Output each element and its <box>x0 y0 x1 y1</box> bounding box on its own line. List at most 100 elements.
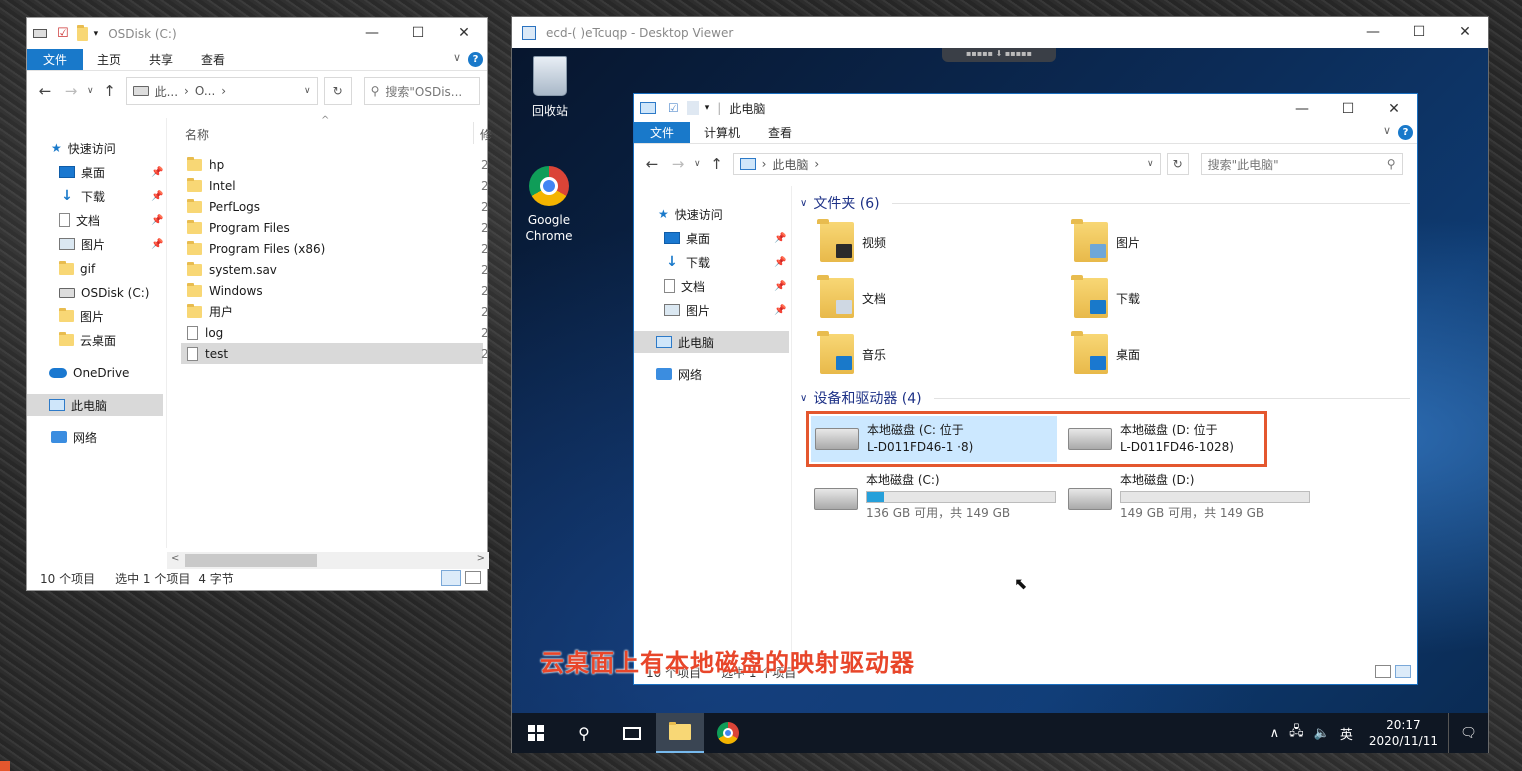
breadcrumb-this-pc[interactable]: 此电脑 <box>772 156 808 173</box>
search-input[interactable]: 搜索"此电脑" ⚲ <box>1200 153 1403 175</box>
local-drive-item[interactable]: 本地磁盘 (C:) 136 GB 可用，共 149 GB <box>814 472 1056 522</box>
file-row[interactable]: test 2 <box>181 343 489 364</box>
large-icons-view-icon[interactable] <box>1395 665 1411 678</box>
file-row[interactable]: 用户 2 <box>181 301 489 322</box>
folder-item[interactable]: 音乐 <box>817 331 886 374</box>
back-icon[interactable]: ← <box>642 155 662 173</box>
scroll-left-icon[interactable]: < <box>171 553 179 564</box>
desktop-icon-recycle-bin[interactable]: 回收站 <box>526 56 574 119</box>
properties-icon[interactable]: ☑ <box>668 101 679 115</box>
refresh-button[interactable]: ↻ <box>1166 153 1189 175</box>
file-row[interactable]: Program Files 2 <box>181 217 489 238</box>
up-icon[interactable]: ↑ <box>100 82 120 100</box>
viewer-toolbar-handle[interactable]: ▪▪▪▪▪ ⬇ ▪▪▪▪▪ <box>942 48 1056 62</box>
tab-view[interactable]: 查看 <box>754 122 806 143</box>
close-icon[interactable]: ✕ <box>1442 17 1488 47</box>
search-input[interactable]: ⚲ 搜索"OSDis... <box>363 77 480 105</box>
address-dropdown-icon[interactable]: ∨ <box>304 86 311 96</box>
file-row[interactable]: Windows 2 <box>181 280 489 301</box>
tab-file[interactable]: 文件 <box>27 49 83 70</box>
nav-item-documents[interactable]: 文档 <box>664 275 705 297</box>
action-center-button[interactable]: 🗨 <box>1448 713 1488 753</box>
recent-dropdown-icon[interactable]: ∨ <box>87 86 94 96</box>
nav-quick-access[interactable]: ★ 快速访问 <box>51 137 116 159</box>
nav-network[interactable]: 网络 <box>51 426 97 448</box>
file-row[interactable]: system.sav 2 <box>181 259 489 280</box>
help-icon[interactable]: ? <box>468 52 483 67</box>
network-status-icon[interactable]: 🖧 <box>1289 722 1304 744</box>
scroll-right-icon[interactable]: > <box>477 553 485 564</box>
properties-icon[interactable]: ☑ <box>57 26 69 41</box>
up-icon[interactable]: ↑ <box>707 155 727 173</box>
folder-item[interactable]: 图片 <box>1071 219 1140 262</box>
new-folder-icon[interactable] <box>76 24 88 41</box>
section-folders-header[interactable]: ∨ 文件夹 (6) <box>800 193 1410 213</box>
expand-ribbon-icon[interactable]: ∨ <box>453 51 461 64</box>
details-view-icon[interactable] <box>1375 665 1391 678</box>
minimize-icon[interactable]: — <box>1350 17 1396 47</box>
column-header-modified[interactable]: 修 <box>480 126 492 143</box>
help-icon[interactable]: ? <box>1398 125 1413 140</box>
recent-dropdown-icon[interactable]: ∨ <box>694 159 701 169</box>
nav-item-pictures[interactable]: 图片 <box>664 299 710 321</box>
tab-view[interactable]: 查看 <box>187 49 239 70</box>
nav-this-pc[interactable]: 此电脑 <box>634 331 789 353</box>
new-folder-icon[interactable] <box>686 101 699 115</box>
nav-item-desktop[interactable]: 桌面 <box>664 227 710 249</box>
details-view-icon[interactable] <box>441 570 461 586</box>
maximize-icon[interactable]: ☐ <box>395 18 441 48</box>
folder-item[interactable]: 文档 <box>817 275 886 318</box>
expand-ribbon-icon[interactable]: ∨ <box>1383 124 1391 137</box>
tab-computer[interactable]: 计算机 <box>690 122 754 143</box>
file-row[interactable]: log 2 <box>181 322 489 343</box>
nav-item-documents[interactable]: 文档 <box>59 209 100 231</box>
nav-item-desktop[interactable]: 桌面 <box>59 161 105 183</box>
clock[interactable]: 20:17 2020/11/11 <box>1369 717 1438 749</box>
taskbar-chrome[interactable] <box>704 713 752 753</box>
column-divider[interactable] <box>473 122 474 144</box>
qat-dropdown-icon[interactable]: ▾ <box>705 103 710 113</box>
nav-item-pictures-2[interactable]: 图片 <box>59 305 104 327</box>
volume-icon[interactable]: 🔈 <box>1314 726 1330 741</box>
nav-item-osdisk[interactable]: OSDisk (C:) <box>59 282 149 304</box>
column-header-name[interactable]: 名称 <box>185 126 209 143</box>
large-icons-view-icon[interactable] <box>465 571 481 584</box>
desktop-icon-chrome[interactable]: Google Chrome <box>518 166 580 244</box>
forward-icon[interactable]: → <box>668 155 688 173</box>
nav-quick-access[interactable]: ★ 快速访问 <box>658 203 723 225</box>
qat-dropdown-icon[interactable]: ▾ <box>94 29 99 39</box>
address-dropdown-icon[interactable]: ∨ <box>1147 159 1154 169</box>
local-drive-item[interactable]: 本地磁盘 (D:) 149 GB 可用，共 149 GB <box>1068 472 1310 522</box>
folder-item[interactable]: 视频 <box>817 219 886 262</box>
address-bar[interactable]: › 此电脑 › ∨ <box>732 153 1161 175</box>
task-view-button[interactable] <box>608 713 656 753</box>
nav-item-downloads[interactable]: ↓ 下载 <box>664 251 710 273</box>
nav-network[interactable]: 网络 <box>656 363 702 385</box>
close-icon[interactable]: ✕ <box>1371 94 1417 124</box>
ime-indicator[interactable]: 英 <box>1340 724 1353 743</box>
breadcrumb-pc[interactable]: 此... <box>155 83 178 100</box>
file-row[interactable]: hp 2 <box>181 154 489 175</box>
nav-item-gif[interactable]: gif <box>59 258 95 280</box>
nav-item-cloud-desktop[interactable]: 云桌面 <box>59 329 116 351</box>
minimize-icon[interactable]: — <box>1279 94 1325 124</box>
mapped-drive-d[interactable]: 本地磁盘 (D: 位于 L-D011FD46-1028) <box>1062 416 1262 462</box>
forward-icon[interactable]: → <box>61 82 81 100</box>
mapped-drive-c[interactable]: 本地磁盘 (C: 位于 L-D011FD46-1 ·8) <box>811 416 1057 462</box>
folder-item[interactable]: 下载 <box>1071 275 1140 318</box>
maximize-icon[interactable]: ☐ <box>1325 94 1371 124</box>
breadcrumb-drive[interactable]: O... <box>195 84 215 98</box>
back-icon[interactable]: ← <box>35 82 55 100</box>
file-row[interactable]: PerfLogs 2 <box>181 196 489 217</box>
search-button[interactable]: ⚲ <box>560 713 608 753</box>
refresh-button[interactable]: ↻ <box>323 77 352 105</box>
file-row[interactable]: Program Files (x86) 2 <box>181 238 489 259</box>
nav-item-pictures[interactable]: 图片 <box>59 233 105 255</box>
close-icon[interactable]: ✕ <box>441 18 487 48</box>
taskbar-file-explorer[interactable] <box>656 713 704 753</box>
section-devices-header[interactable]: ∨ 设备和驱动器 (4) <box>800 388 1410 408</box>
folder-item[interactable]: 桌面 <box>1071 331 1140 374</box>
address-bar[interactable]: 此... › O... › ∨ <box>125 77 318 105</box>
show-hidden-icons-icon[interactable]: ∧ <box>1270 726 1280 741</box>
nav-onedrive[interactable]: OneDrive <box>49 362 129 384</box>
